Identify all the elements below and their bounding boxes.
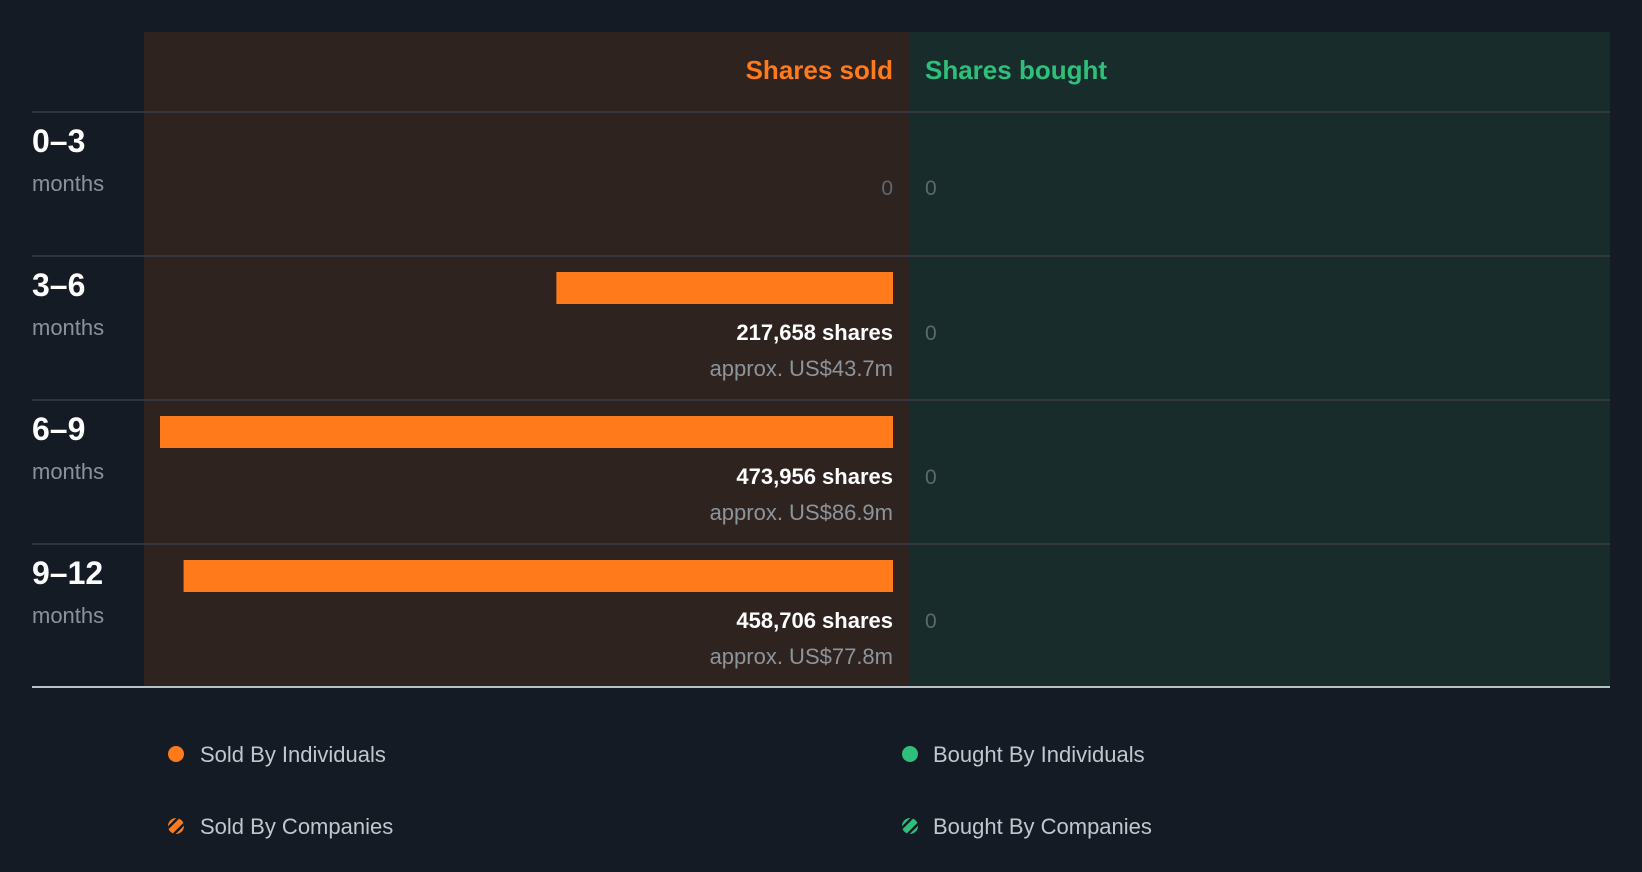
sold-bar: [183, 560, 894, 592]
row-label-range: 3–6: [32, 267, 85, 303]
legend-label: Bought By Individuals: [933, 742, 1145, 767]
bought-zero-label: 0: [925, 322, 937, 345]
bought-zero-label: 0: [925, 466, 937, 489]
row-label-unit: months: [32, 315, 104, 340]
legend-label: Bought By Companies: [933, 814, 1152, 839]
green-hatched-dot-icon: [902, 818, 918, 834]
orange-dot-icon: [168, 746, 184, 762]
legend-item-bought-individuals: Bought By Individuals: [902, 742, 1145, 767]
legend-item-sold-individuals: Sold By Individuals: [168, 742, 386, 767]
sold-zero-label: 0: [881, 177, 893, 200]
row-label-unit: months: [32, 459, 104, 484]
insider-trading-chart: Shares sold Shares bought 0–3 months 3–6…: [32, 32, 1610, 839]
header-shares-sold: Shares sold: [746, 55, 893, 85]
bought-zero-label: 0: [925, 177, 937, 200]
legend-item-sold-companies: Sold By Companies: [168, 814, 393, 839]
row-label-range: 6–9: [32, 411, 85, 447]
sold-bar: [556, 272, 893, 304]
row-label-unit: months: [32, 171, 104, 196]
sold-approx-label: approx. US$86.9m: [710, 500, 893, 525]
bought-panel: [909, 32, 1610, 687]
sold-shares-label: 217,658 shares: [736, 320, 893, 345]
row-label-unit: months: [32, 603, 104, 628]
bought-zero-label: 0: [925, 610, 937, 633]
legend-label: Sold By Individuals: [200, 742, 386, 767]
orange-hatched-dot-icon: [168, 818, 184, 834]
sold-shares-label: 458,706 shares: [736, 608, 893, 633]
sold-shares-label: 473,956 shares: [736, 464, 893, 489]
legend-label: Sold By Companies: [200, 814, 393, 839]
sold-bar: [160, 416, 893, 448]
row-label-range: 9–12: [32, 555, 103, 591]
row-label-range: 0–3: [32, 123, 85, 159]
sold-approx-label: approx. US$43.7m: [710, 356, 893, 381]
green-dot-icon: [902, 746, 918, 762]
header-shares-bought: Shares bought: [925, 55, 1107, 85]
legend-item-bought-companies: Bought By Companies: [902, 814, 1152, 839]
sold-approx-label: approx. US$77.8m: [710, 644, 893, 669]
legend: Sold By Individuals Bought By Individual…: [168, 742, 1152, 839]
